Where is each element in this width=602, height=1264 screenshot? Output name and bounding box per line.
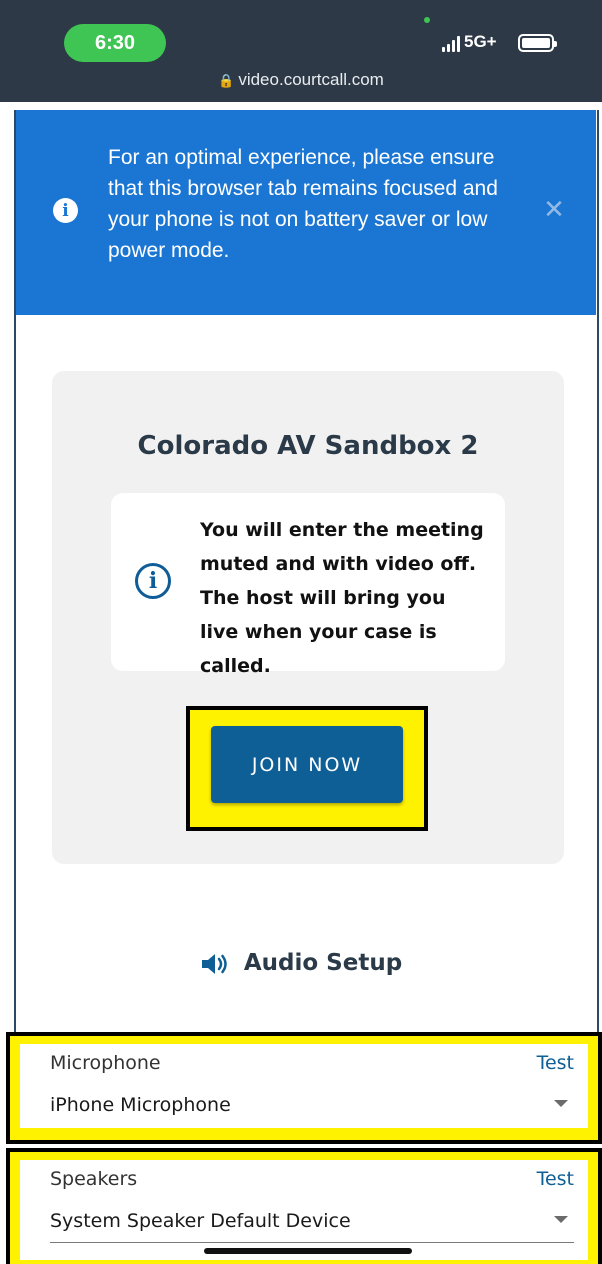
speakers-select[interactable]: System Speaker Default Device	[50, 1210, 351, 1232]
microphone-label: Microphone	[50, 1052, 161, 1074]
mic-in-use-indicator	[424, 17, 430, 23]
power-mode-banner: i For an optimal experience, please ensu…	[16, 110, 596, 315]
lock-icon: 🔒	[218, 73, 235, 88]
microphone-section: Microphone Test iPhone Microphone	[20, 1044, 588, 1128]
page-border-right	[597, 110, 599, 1140]
chevron-down-icon[interactable]	[554, 1100, 568, 1107]
signal-icon	[442, 36, 460, 52]
join-button-highlight: JOIN NOW	[186, 706, 428, 831]
join-now-button[interactable]: JOIN NOW	[211, 726, 403, 803]
clock: 6:30	[64, 24, 166, 62]
microphone-select[interactable]: iPhone Microphone	[50, 1094, 231, 1116]
banner-message: For an optimal experience, please ensure…	[108, 146, 498, 262]
notice-text: You will enter the meeting muted and wit…	[200, 519, 484, 677]
info-circle-icon: i	[53, 198, 78, 223]
speakers-label: Speakers	[50, 1168, 138, 1190]
speakers-test-link[interactable]: Test	[537, 1168, 574, 1190]
audio-setup-heading: Audio Setup	[0, 950, 602, 976]
speakers-section: Speakers Test System Speaker Default Dev…	[20, 1160, 588, 1260]
microphone-section-highlight: Microphone Test iPhone Microphone	[6, 1032, 602, 1144]
meeting-title: Colorado AV Sandbox 2	[137, 431, 479, 461]
meeting-card: Colorado AV Sandbox 2 i You will enter t…	[52, 371, 564, 864]
chevron-down-icon[interactable]	[554, 1216, 568, 1223]
status-bar: 6:30 5G+ 🔒 video.courtcall.com	[0, 0, 602, 102]
network-type: 5G+	[464, 32, 497, 51]
url-text: video.courtcall.com	[238, 70, 384, 89]
audio-setup-title: Audio Setup	[243, 950, 403, 976]
meeting-notice: i You will enter the meeting muted and w…	[111, 493, 505, 677]
speaker-icon	[201, 953, 227, 974]
address-bar[interactable]: 🔒 video.courtcall.com	[0, 70, 602, 90]
home-indicator[interactable]	[204, 1248, 412, 1254]
battery-icon	[518, 34, 557, 52]
close-icon[interactable]: ✕	[542, 197, 566, 223]
info-outline-icon: i	[135, 563, 171, 599]
microphone-test-link[interactable]: Test	[537, 1052, 574, 1074]
select-underline	[50, 1242, 574, 1243]
